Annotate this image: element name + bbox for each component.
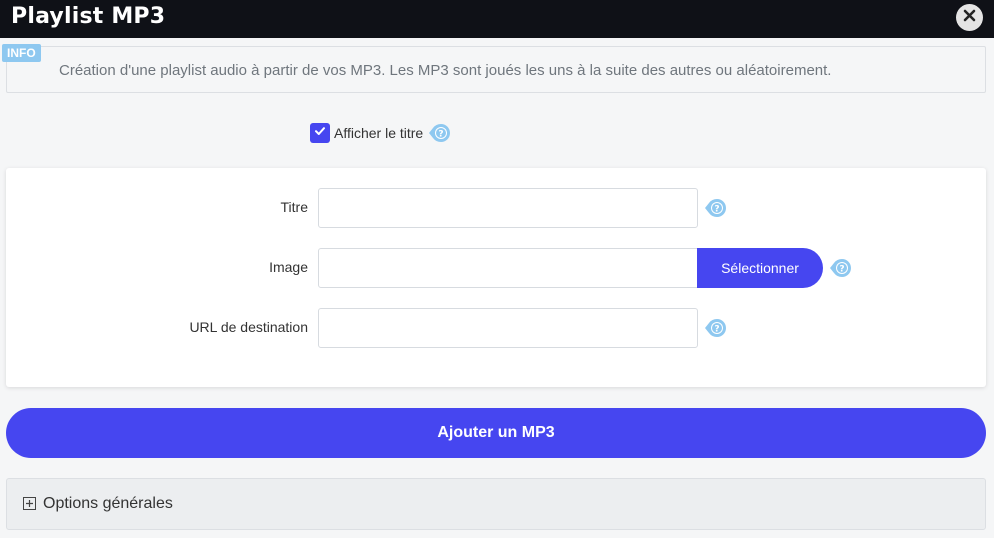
general-options-label: Options générales xyxy=(43,495,173,512)
image-field-label: Image xyxy=(269,259,308,275)
help-icon[interactable]: ? xyxy=(829,257,853,279)
show-title-row: Afficher le titre ? xyxy=(310,122,452,144)
image-input[interactable] xyxy=(318,248,699,288)
svg-text:?: ? xyxy=(839,265,844,275)
show-title-checkbox[interactable] xyxy=(310,123,330,143)
url-input[interactable] xyxy=(318,308,698,348)
close-icon xyxy=(963,9,976,27)
add-mp3-button[interactable]: Ajouter un MP3 xyxy=(6,408,986,458)
close-button[interactable] xyxy=(956,4,983,31)
info-text: Création d'une playlist audio à partir d… xyxy=(59,62,832,79)
help-icon[interactable]: ? xyxy=(428,122,452,144)
expand-plus-icon xyxy=(23,497,36,510)
title-field-label: Titre xyxy=(280,199,308,215)
show-title-label: Afficher le titre xyxy=(334,125,424,141)
svg-text:?: ? xyxy=(439,130,444,140)
help-icon[interactable]: ? xyxy=(704,197,728,219)
info-badge: INFO xyxy=(2,44,41,62)
general-options-panel[interactable]: Options générales xyxy=(6,478,986,530)
svg-text:?: ? xyxy=(714,325,719,335)
help-icon[interactable]: ? xyxy=(704,317,728,339)
title-bar: Playlist MP3 xyxy=(0,0,994,38)
select-image-button[interactable]: Sélectionner xyxy=(697,248,823,288)
url-field-label: URL de destination xyxy=(189,319,308,335)
checkmark-icon xyxy=(314,124,326,142)
window-title: Playlist MP3 xyxy=(11,4,166,29)
title-input[interactable] xyxy=(318,188,698,228)
svg-text:?: ? xyxy=(714,205,719,215)
